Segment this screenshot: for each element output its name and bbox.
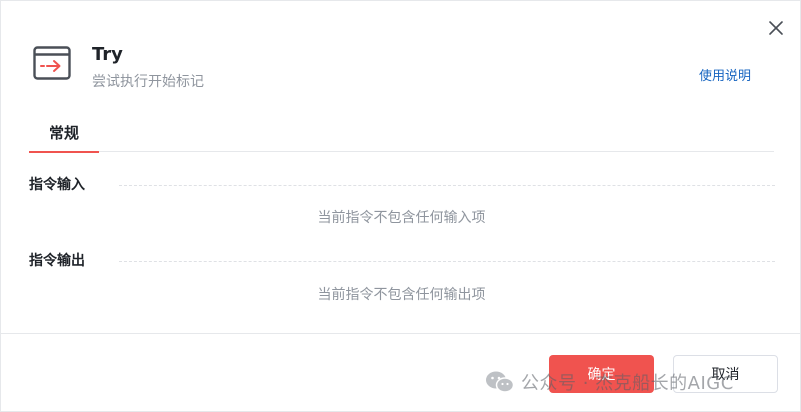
input-section-divider [119,185,775,186]
output-empty-text: 当前指令不包含任何输出项 [317,287,486,303]
tab-general-label: 常规 [48,124,79,142]
cancel-button[interactable]: 取消 [673,355,778,393]
input-empty-text: 当前指令不包含任何输入项 [317,210,486,226]
footer-divider [1,333,801,334]
tab-bar: 常规 [29,119,774,153]
close-icon [769,21,783,35]
wechat-icon [485,370,515,394]
output-section-label: 指令输出 [29,253,85,269]
close-button[interactable] [765,17,787,39]
dialog-title: Try [92,44,123,65]
output-section-divider [119,261,775,262]
dialog-subtitle: 尝试执行开始标记 [92,74,204,90]
help-link[interactable]: 使用说明 [699,67,751,87]
tab-general[interactable]: 常规 [29,119,99,153]
dialog: Try 尝试执行开始标记 使用说明 常规 指令输入 当前指令不包含任何输入项 指… [0,0,801,412]
confirm-button[interactable]: 确定 [549,355,654,393]
input-section-label: 指令输入 [29,177,85,193]
terminal-arrow-icon [33,46,71,80]
tab-active-indicator [29,151,99,153]
